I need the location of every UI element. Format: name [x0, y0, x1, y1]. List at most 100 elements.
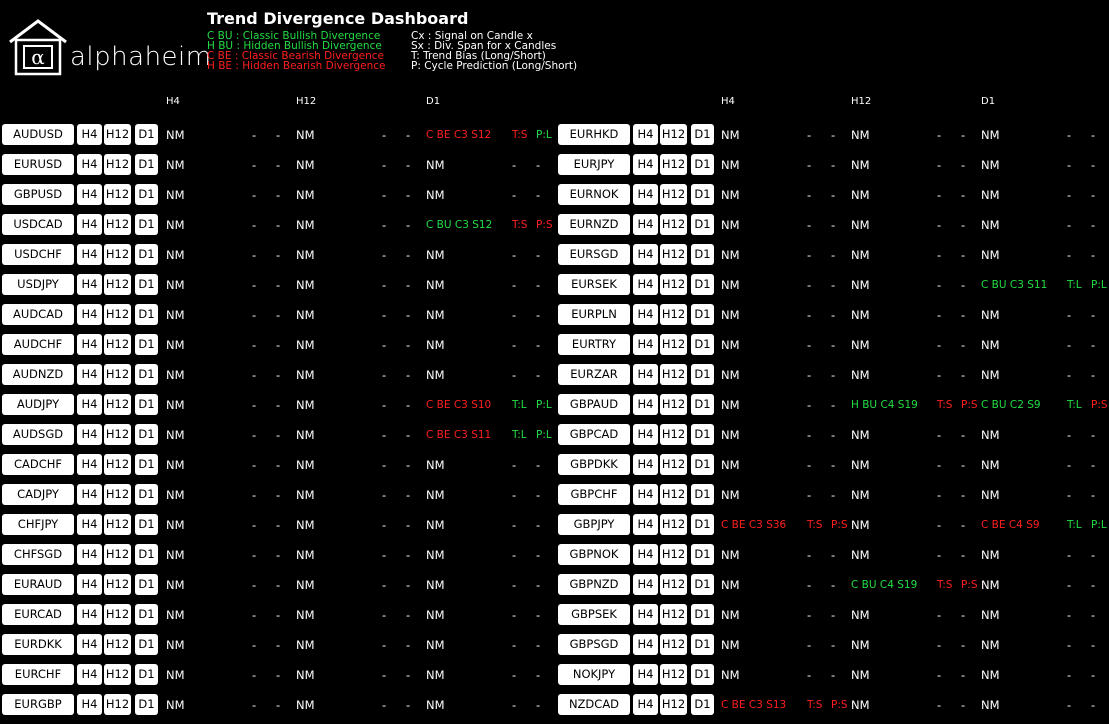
tf-button-h12[interactable]: H12 [104, 664, 131, 685]
tf-button-d1[interactable]: D1 [135, 334, 158, 355]
symbol-button-gbpnzd[interactable]: GBPNZD [558, 574, 630, 595]
tf-button-h4[interactable]: H4 [633, 154, 658, 175]
tf-button-h4[interactable]: H4 [633, 544, 658, 565]
tf-button-h12[interactable]: H12 [660, 544, 687, 565]
tf-button-d1[interactable]: D1 [135, 514, 158, 535]
tf-button-h12[interactable]: H12 [660, 604, 687, 625]
tf-button-h4[interactable]: H4 [77, 364, 102, 385]
tf-button-d1[interactable]: D1 [135, 184, 158, 205]
symbol-button-usdjpy[interactable]: USDJPY [2, 274, 74, 295]
tf-button-h4[interactable]: H4 [633, 304, 658, 325]
tf-button-h4[interactable]: H4 [633, 364, 658, 385]
symbol-button-gbpnok[interactable]: GBPNOK [558, 544, 630, 565]
tf-button-h12[interactable]: H12 [104, 394, 131, 415]
tf-button-h12[interactable]: H12 [104, 184, 131, 205]
symbol-button-gbpaud[interactable]: GBPAUD [558, 394, 630, 415]
tf-button-h12[interactable]: H12 [104, 694, 131, 715]
tf-button-d1[interactable]: D1 [135, 304, 158, 325]
tf-button-d1[interactable]: D1 [691, 334, 714, 355]
symbol-button-audnzd[interactable]: AUDNZD [2, 364, 74, 385]
tf-button-h4[interactable]: H4 [633, 394, 658, 415]
symbol-button-chfsgd[interactable]: CHFSGD [2, 544, 74, 565]
tf-button-d1[interactable]: D1 [691, 244, 714, 265]
tf-button-d1[interactable]: D1 [135, 154, 158, 175]
tf-button-d1[interactable]: D1 [135, 124, 158, 145]
tf-button-h4[interactable]: H4 [77, 694, 102, 715]
tf-button-d1[interactable]: D1 [691, 214, 714, 235]
tf-button-d1[interactable]: D1 [135, 454, 158, 475]
tf-button-h12[interactable]: H12 [104, 274, 131, 295]
tf-button-h12[interactable]: H12 [104, 514, 131, 535]
tf-button-h4[interactable]: H4 [77, 244, 102, 265]
symbol-button-eurnok[interactable]: EURNOK [558, 184, 630, 205]
symbol-button-nokjpy[interactable]: NOKJPY [558, 664, 630, 685]
symbol-button-usdcad[interactable]: USDCAD [2, 214, 74, 235]
tf-button-h4[interactable]: H4 [633, 634, 658, 655]
tf-button-h4[interactable]: H4 [77, 634, 102, 655]
tf-button-h4[interactable]: H4 [633, 274, 658, 295]
tf-button-h4[interactable]: H4 [633, 214, 658, 235]
tf-button-h4[interactable]: H4 [633, 604, 658, 625]
tf-button-h12[interactable]: H12 [660, 574, 687, 595]
tf-button-h4[interactable]: H4 [633, 124, 658, 145]
tf-button-h4[interactable]: H4 [77, 424, 102, 445]
symbol-button-audcad[interactable]: AUDCAD [2, 304, 74, 325]
tf-button-h12[interactable]: H12 [660, 334, 687, 355]
tf-button-d1[interactable]: D1 [691, 514, 714, 535]
tf-button-h4[interactable]: H4 [633, 244, 658, 265]
symbol-button-eurcad[interactable]: EURCAD [2, 604, 74, 625]
tf-button-h12[interactable]: H12 [104, 334, 131, 355]
tf-button-h4[interactable]: H4 [77, 304, 102, 325]
symbol-button-eurchf[interactable]: EURCHF [2, 664, 74, 685]
tf-button-d1[interactable]: D1 [135, 604, 158, 625]
symbol-button-cadjpy[interactable]: CADJPY [2, 484, 74, 505]
tf-button-h4[interactable]: H4 [77, 274, 102, 295]
symbol-button-euraud[interactable]: EURAUD [2, 574, 74, 595]
tf-button-d1[interactable]: D1 [691, 364, 714, 385]
tf-button-h4[interactable]: H4 [77, 604, 102, 625]
tf-button-d1[interactable]: D1 [691, 124, 714, 145]
symbol-button-gbpjpy[interactable]: GBPJPY [558, 514, 630, 535]
tf-button-h4[interactable]: H4 [633, 424, 658, 445]
tf-button-d1[interactable]: D1 [135, 214, 158, 235]
tf-button-d1[interactable]: D1 [691, 184, 714, 205]
tf-button-d1[interactable]: D1 [691, 274, 714, 295]
tf-button-d1[interactable]: D1 [691, 664, 714, 685]
symbol-button-nzdcad[interactable]: NZDCAD [558, 694, 630, 715]
tf-button-d1[interactable]: D1 [135, 274, 158, 295]
symbol-button-eurusd[interactable]: EURUSD [2, 154, 74, 175]
tf-button-h12[interactable]: H12 [660, 184, 687, 205]
tf-button-h12[interactable]: H12 [104, 574, 131, 595]
symbol-button-eurtry[interactable]: EURTRY [558, 334, 630, 355]
symbol-button-eurgbp[interactable]: EURGBP [2, 694, 74, 715]
tf-button-d1[interactable]: D1 [691, 454, 714, 475]
tf-button-h12[interactable]: H12 [104, 454, 131, 475]
tf-button-h4[interactable]: H4 [77, 334, 102, 355]
tf-button-d1[interactable]: D1 [691, 604, 714, 625]
tf-button-h4[interactable]: H4 [77, 454, 102, 475]
tf-button-h4[interactable]: H4 [77, 664, 102, 685]
tf-button-h12[interactable]: H12 [660, 514, 687, 535]
tf-button-h12[interactable]: H12 [660, 214, 687, 235]
symbol-button-gbpchf[interactable]: GBPCHF [558, 484, 630, 505]
tf-button-d1[interactable]: D1 [691, 304, 714, 325]
tf-button-h4[interactable]: H4 [77, 124, 102, 145]
tf-button-d1[interactable]: D1 [691, 154, 714, 175]
tf-button-h4[interactable]: H4 [633, 184, 658, 205]
tf-button-h4[interactable]: H4 [633, 664, 658, 685]
tf-button-h4[interactable]: H4 [77, 184, 102, 205]
tf-button-h12[interactable]: H12 [104, 544, 131, 565]
tf-button-h12[interactable]: H12 [660, 454, 687, 475]
symbol-button-gbpusd[interactable]: GBPUSD [2, 184, 74, 205]
tf-button-h4[interactable]: H4 [633, 334, 658, 355]
tf-button-d1[interactable]: D1 [691, 424, 714, 445]
tf-button-d1[interactable]: D1 [135, 364, 158, 385]
symbol-button-eurnzd[interactable]: EURNZD [558, 214, 630, 235]
symbol-button-eurpln[interactable]: EURPLN [558, 304, 630, 325]
tf-button-h4[interactable]: H4 [77, 574, 102, 595]
tf-button-d1[interactable]: D1 [135, 664, 158, 685]
tf-button-h12[interactable]: H12 [660, 484, 687, 505]
tf-button-d1[interactable]: D1 [135, 634, 158, 655]
tf-button-h4[interactable]: H4 [77, 214, 102, 235]
tf-button-h4[interactable]: H4 [77, 544, 102, 565]
